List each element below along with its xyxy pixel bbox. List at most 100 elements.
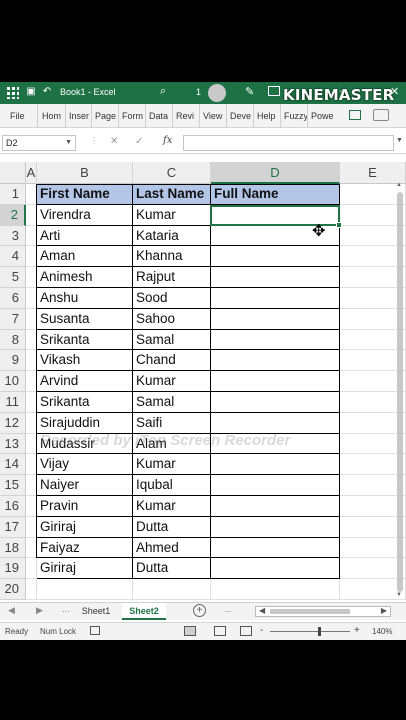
row-header-14[interactable]: 14 bbox=[0, 454, 26, 476]
cell-d14[interactable] bbox=[211, 454, 340, 476]
row-header-17[interactable]: 17 bbox=[0, 516, 26, 538]
tab-power[interactable]: Powe bbox=[307, 104, 334, 128]
tab-home[interactable]: Hom bbox=[37, 104, 65, 128]
cell-d20[interactable] bbox=[211, 579, 340, 600]
row-header-11[interactable]: 11 bbox=[0, 392, 26, 413]
add-sheet-button[interactable]: + bbox=[193, 604, 206, 617]
cell-c16[interactable]: Kumar bbox=[133, 496, 211, 517]
sheet-tab-sheet1[interactable]: Sheet1 bbox=[76, 603, 116, 620]
cell-b9[interactable]: Vikash bbox=[37, 350, 133, 372]
cell-d18[interactable] bbox=[211, 537, 340, 559]
tab-file[interactable]: File bbox=[10, 104, 32, 128]
vertical-scroll-thumb[interactable] bbox=[397, 192, 403, 592]
select-all-corner[interactable] bbox=[0, 162, 26, 184]
undo-icon[interactable]: ↶ bbox=[40, 85, 54, 99]
row-header-15[interactable]: 15 bbox=[0, 475, 26, 496]
cell-c9[interactable]: Chand bbox=[133, 350, 211, 372]
more-sheets-right[interactable]: ... bbox=[224, 604, 232, 614]
cell-d11[interactable] bbox=[211, 392, 340, 413]
column-header-d[interactable]: D bbox=[211, 162, 340, 184]
cell-b10[interactable]: Arvind bbox=[37, 371, 133, 392]
cell-b6[interactable]: Anshu bbox=[37, 288, 133, 309]
cell-d1[interactable]: Full Name bbox=[211, 184, 340, 205]
sheet-tab-sheet2[interactable]: Sheet2 bbox=[122, 603, 166, 620]
cell-b16[interactable]: Pravin bbox=[37, 496, 133, 517]
cell-c5[interactable]: Rajput bbox=[133, 267, 211, 288]
zoom-in-button[interactable]: + bbox=[354, 625, 360, 636]
cell-c12[interactable]: Saifi bbox=[133, 412, 211, 434]
tab-review[interactable]: Revi bbox=[172, 104, 199, 128]
cell-d16[interactable] bbox=[211, 496, 340, 517]
normal-view-icon[interactable] bbox=[184, 626, 196, 636]
scroll-right-icon[interactable]: ▶ bbox=[381, 606, 387, 615]
row-header-7[interactable]: 7 bbox=[0, 308, 26, 330]
column-header-e[interactable]: E bbox=[340, 162, 406, 184]
fill-handle[interactable] bbox=[336, 222, 342, 228]
cell-b20[interactable] bbox=[37, 579, 133, 600]
cell-b14[interactable]: Vijay bbox=[37, 454, 133, 476]
cell-d19[interactable] bbox=[211, 558, 340, 580]
cell-b1[interactable]: First Name bbox=[37, 184, 133, 205]
zoom-level[interactable]: 140% bbox=[372, 627, 392, 636]
cell-d10[interactable] bbox=[211, 371, 340, 392]
tab-data[interactable]: Data bbox=[145, 104, 172, 128]
cell-d12[interactable] bbox=[211, 412, 340, 434]
row-header-5[interactable]: 5 bbox=[0, 267, 26, 288]
row-header-2[interactable]: 2 bbox=[0, 204, 26, 226]
cell-d9[interactable] bbox=[211, 350, 340, 372]
expand-formula-icon[interactable]: ▼ bbox=[396, 137, 403, 144]
name-box[interactable]: D2 ▼ bbox=[2, 135, 76, 151]
row-header-20[interactable]: 20 bbox=[0, 579, 26, 600]
avatar[interactable] bbox=[208, 84, 226, 102]
cell-c15[interactable]: Iqubal bbox=[133, 475, 211, 496]
cell-c11[interactable]: Samal bbox=[133, 392, 211, 413]
cell-b15[interactable]: Naiyer bbox=[37, 475, 133, 496]
zoom-slider[interactable] bbox=[270, 631, 350, 632]
zoom-out-button[interactable]: - bbox=[260, 625, 263, 636]
column-header-c[interactable]: C bbox=[133, 162, 211, 184]
row-header-16[interactable]: 16 bbox=[0, 496, 26, 517]
chevron-down-icon[interactable]: ▼ bbox=[65, 136, 72, 150]
cell-c7[interactable]: Sahoo bbox=[133, 308, 211, 330]
cancel-icon[interactable]: ✕ bbox=[110, 136, 118, 147]
cell-d15[interactable] bbox=[211, 475, 340, 496]
cell-c18[interactable]: Ahmed bbox=[133, 537, 211, 559]
tab-insert[interactable]: Inser bbox=[65, 104, 91, 128]
cell-c14[interactable]: Kumar bbox=[133, 454, 211, 476]
prev-sheet-icon[interactable]: ◀ bbox=[8, 605, 15, 616]
row-header-10[interactable]: 10 bbox=[0, 371, 26, 392]
macro-record-icon[interactable] bbox=[90, 626, 100, 635]
row-header-1[interactable]: 1 bbox=[0, 184, 26, 205]
row-header-8[interactable]: 8 bbox=[0, 329, 26, 351]
cell-b11[interactable]: Srikanta bbox=[37, 392, 133, 413]
cell-a20[interactable] bbox=[26, 579, 37, 600]
cell-c1[interactable]: Last Name bbox=[133, 184, 211, 205]
cell-b7[interactable]: Susanta bbox=[37, 308, 133, 330]
cell-c8[interactable]: Samal bbox=[133, 329, 211, 351]
comments-icon[interactable] bbox=[349, 110, 361, 120]
tab-developer[interactable]: Deve bbox=[226, 104, 253, 128]
cell-c19[interactable]: Dutta bbox=[133, 558, 211, 580]
cell-c20[interactable] bbox=[133, 579, 211, 600]
cell-b4[interactable]: Aman bbox=[37, 246, 133, 268]
column-header-a[interactable]: A bbox=[26, 162, 37, 184]
page-break-view-icon[interactable] bbox=[240, 626, 252, 636]
cell-d7[interactable] bbox=[211, 308, 340, 330]
cell-c10[interactable]: Kumar bbox=[133, 371, 211, 392]
cell-c4[interactable]: Khanna bbox=[133, 246, 211, 268]
insert-function-icon[interactable]: fx bbox=[163, 135, 172, 146]
tab-view[interactable]: View bbox=[199, 104, 226, 128]
cell-b3[interactable]: Arti bbox=[37, 225, 133, 247]
cell-b12[interactable]: Sirajuddin bbox=[37, 412, 133, 434]
row-header-6[interactable]: 6 bbox=[0, 288, 26, 309]
row-header-19[interactable]: 19 bbox=[0, 558, 26, 580]
cell-c6[interactable]: Sood bbox=[133, 288, 211, 309]
scroll-left-icon[interactable]: ◀ bbox=[259, 606, 265, 615]
cell-b5[interactable]: Animesh bbox=[37, 267, 133, 288]
scroll-down-icon[interactable]: ▼ bbox=[396, 592, 402, 598]
row-header-12[interactable]: 12 bbox=[0, 412, 26, 434]
cell-b18[interactable]: Faiyaz bbox=[37, 537, 133, 559]
cell-b19[interactable]: Giriraj bbox=[37, 558, 133, 580]
zoom-slider-knob[interactable] bbox=[318, 627, 321, 636]
tab-formulas[interactable]: Form bbox=[118, 104, 145, 128]
